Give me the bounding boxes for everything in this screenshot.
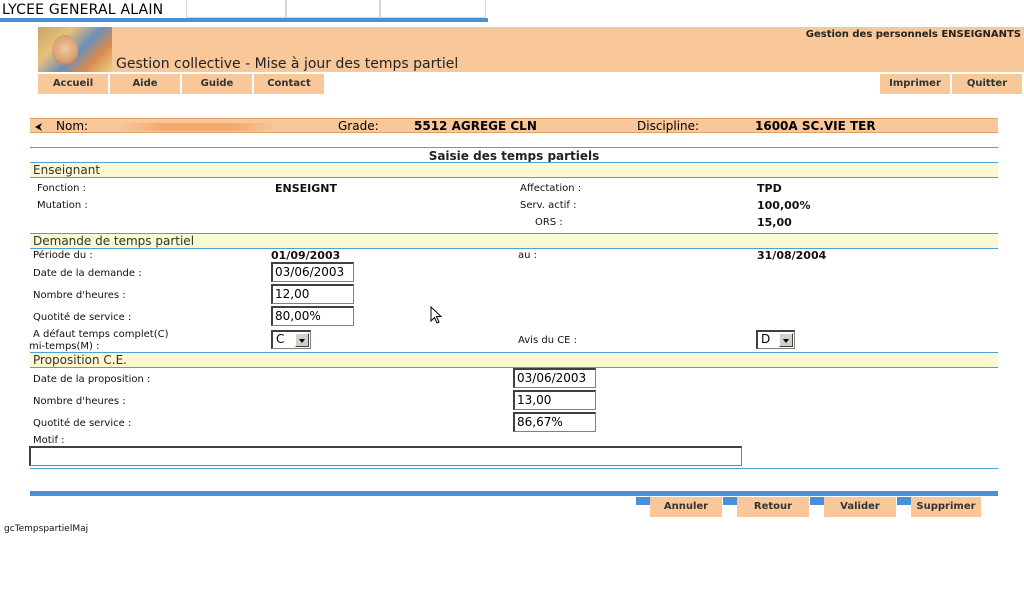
fonction-label: Fonction :	[37, 183, 87, 194]
section-demande-line	[30, 248, 998, 249]
top-tab-1	[186, 0, 286, 18]
menu-accueil[interactable]: Accueil	[38, 74, 110, 94]
prop-quotite-label: Quotité de service :	[33, 418, 132, 429]
prop-nb-heures-input[interactable]: 13,00	[513, 390, 596, 410]
mutation-label: Mutation :	[37, 200, 88, 211]
valider-button[interactable]: Valider	[824, 497, 896, 517]
btn-tab-supprimer	[897, 497, 911, 505]
quotite-label: Quotité de service :	[33, 312, 132, 323]
grade-label: Grade:	[338, 119, 379, 133]
defaut-label-line2: mi-temps(M) :	[29, 341, 100, 352]
btn-tab-retour	[723, 497, 737, 505]
retour-button[interactable]: Retour	[737, 497, 809, 517]
section-demande: Demande de temps partiel	[30, 233, 998, 248]
grade-value: 5512 AGREGE CLN	[414, 119, 537, 133]
nom-label: Nom:	[56, 119, 89, 133]
form-top-line	[30, 147, 998, 148]
date-demande-input[interactable]: 03/06/2003	[271, 262, 354, 282]
fonction-value: ENSEIGNT	[275, 182, 337, 195]
motif-label: Motif :	[33, 435, 65, 446]
quotite-input[interactable]: 80,00%	[271, 306, 354, 326]
periode-au-value: 31/08/2004	[757, 249, 827, 262]
prop-nb-heures-label: Nombre d'heures :	[33, 396, 126, 407]
prop-quotite-input[interactable]: 86,67%	[513, 412, 596, 432]
menu-aide[interactable]: Aide	[110, 74, 182, 94]
form-title: Saisie des temps partiels	[428, 149, 600, 163]
top-tab-3	[380, 0, 486, 18]
page-id: gcTempspartielMaj	[4, 524, 89, 534]
affectation-value: TPD	[757, 182, 782, 195]
teacher-info-bar: Nom: Grade: 5512 AGREGE CLN Discipline: …	[30, 118, 998, 133]
au-label: au :	[518, 250, 538, 261]
bottom-divider	[30, 491, 998, 496]
periode-label: Période du :	[33, 250, 93, 261]
top-tab-2	[286, 0, 380, 18]
page-title: Gestion collective - Mise à jour des tem…	[116, 56, 459, 72]
date-demande-label: Date de la demande :	[33, 268, 142, 279]
back-arrow-icon[interactable]	[34, 121, 44, 135]
section-enseignant: Enseignant	[30, 162, 998, 177]
avis-ce-select[interactable]: D	[756, 330, 795, 349]
chevron-down-icon[interactable]	[779, 333, 793, 347]
school-name: LYCEE GENERAL ALAIN	[2, 2, 164, 18]
discipline-label: Discipline:	[637, 119, 700, 133]
nb-heures-label: Nombre d'heures :	[33, 290, 126, 301]
ors-label: ORS :	[535, 217, 563, 228]
btn-tab-annuler	[636, 497, 650, 505]
defaut-select-value: C	[276, 332, 285, 346]
motif-input[interactable]	[29, 446, 742, 466]
logo-face	[52, 35, 78, 65]
affectation-label: Affectation :	[520, 183, 582, 194]
serv-actif-label: Serv. actif :	[520, 200, 577, 211]
annuler-button[interactable]: Annuler	[650, 497, 722, 517]
date-proposition-input[interactable]: 03/06/2003	[513, 368, 596, 388]
supprimer-button[interactable]: Supprimer	[911, 497, 981, 517]
section-proposition: Proposition C.E.	[30, 352, 998, 367]
menu-guide[interactable]: Guide	[182, 74, 254, 94]
defaut-select[interactable]: C	[271, 330, 311, 349]
date-proposition-label: Date de la proposition :	[33, 374, 151, 385]
redacted-name	[118, 123, 278, 131]
btn-tab-valider	[810, 497, 824, 505]
menu-imprimer[interactable]: Imprimer	[880, 74, 952, 94]
serv-actif-value: 100,00%	[757, 199, 811, 212]
nb-heures-input[interactable]: 12,00	[271, 284, 354, 304]
menu-quitter[interactable]: Quitter	[952, 74, 1022, 94]
discipline-value: 1600A SC.VIE TER	[755, 119, 876, 133]
form-bottom-line	[30, 468, 998, 469]
periode-du-value: 01/09/2003	[271, 249, 341, 262]
app-subtitle: Gestion des personnels ENSEIGNANTS	[805, 29, 1021, 40]
chevron-down-icon[interactable]	[295, 333, 309, 347]
menu-contact[interactable]: Contact	[254, 74, 326, 94]
defaut-label-line1: A défaut temps complet(C)	[33, 329, 169, 340]
avis-ce-select-value: D	[761, 332, 771, 346]
mouse-cursor-icon	[430, 305, 444, 326]
avis-ce-label: Avis du CE :	[518, 335, 578, 346]
section-enseignant-line	[30, 177, 998, 178]
ors-value: 15,00	[757, 216, 792, 229]
top-divider	[0, 18, 488, 22]
